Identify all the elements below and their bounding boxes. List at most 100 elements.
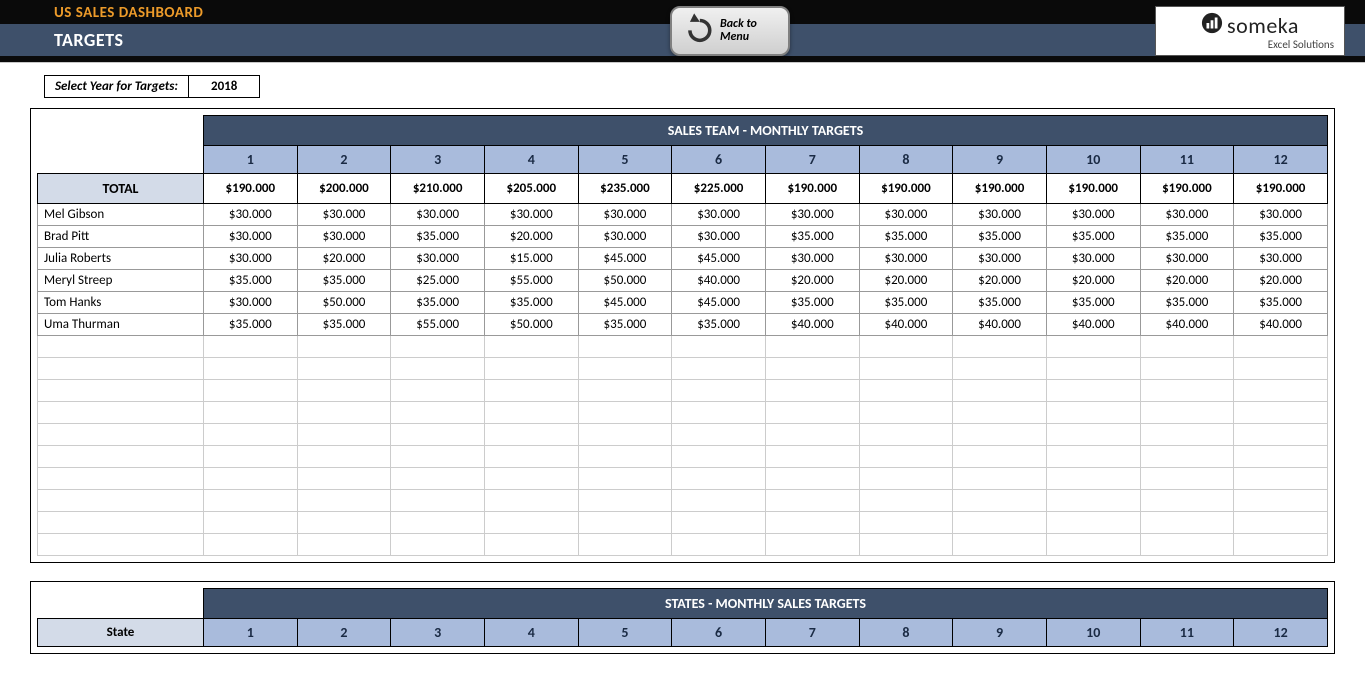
target-cell[interactable]: $30.000 bbox=[391, 204, 485, 226]
empty-cell[interactable] bbox=[578, 424, 672, 446]
empty-cell[interactable] bbox=[297, 446, 391, 468]
empty-cell[interactable] bbox=[765, 402, 859, 424]
empty-cell[interactable] bbox=[391, 512, 485, 534]
target-cell[interactable]: $50.000 bbox=[484, 314, 578, 336]
target-cell[interactable]: $50.000 bbox=[297, 292, 391, 314]
empty-cell[interactable] bbox=[1234, 490, 1328, 512]
empty-cell[interactable] bbox=[38, 336, 204, 358]
target-cell[interactable]: $35.000 bbox=[1140, 226, 1234, 248]
empty-cell[interactable] bbox=[204, 402, 298, 424]
empty-cell[interactable] bbox=[1234, 512, 1328, 534]
empty-cell[interactable] bbox=[1140, 424, 1234, 446]
target-cell[interactable]: $30.000 bbox=[672, 204, 766, 226]
target-cell[interactable]: $30.000 bbox=[578, 204, 672, 226]
salesperson-name[interactable]: Uma Thurman bbox=[38, 314, 204, 336]
target-cell[interactable]: $30.000 bbox=[859, 204, 953, 226]
empty-cell[interactable] bbox=[1234, 336, 1328, 358]
empty-cell[interactable] bbox=[297, 468, 391, 490]
empty-cell[interactable] bbox=[484, 534, 578, 556]
empty-cell[interactable] bbox=[953, 446, 1047, 468]
empty-cell[interactable] bbox=[859, 468, 953, 490]
empty-cell[interactable] bbox=[578, 358, 672, 380]
empty-cell[interactable] bbox=[38, 424, 204, 446]
empty-cell[interactable] bbox=[953, 358, 1047, 380]
empty-cell[interactable] bbox=[1234, 446, 1328, 468]
target-cell[interactable]: $35.000 bbox=[391, 292, 485, 314]
empty-cell[interactable] bbox=[484, 380, 578, 402]
empty-cell[interactable] bbox=[391, 424, 485, 446]
target-cell[interactable]: $35.000 bbox=[297, 314, 391, 336]
target-cell[interactable]: $40.000 bbox=[672, 270, 766, 292]
empty-cell[interactable] bbox=[297, 380, 391, 402]
target-cell[interactable]: $35.000 bbox=[391, 226, 485, 248]
empty-cell[interactable] bbox=[484, 336, 578, 358]
empty-cell[interactable] bbox=[578, 402, 672, 424]
target-cell[interactable]: $45.000 bbox=[578, 248, 672, 270]
empty-cell[interactable] bbox=[1046, 402, 1140, 424]
target-cell[interactable]: $30.000 bbox=[297, 226, 391, 248]
salesperson-name[interactable]: Tom Hanks bbox=[38, 292, 204, 314]
empty-cell[interactable] bbox=[204, 468, 298, 490]
empty-cell[interactable] bbox=[1046, 336, 1140, 358]
target-cell[interactable]: $20.000 bbox=[484, 226, 578, 248]
year-value[interactable]: 2018 bbox=[189, 75, 260, 98]
empty-cell[interactable] bbox=[1046, 358, 1140, 380]
target-cell[interactable]: $15.000 bbox=[484, 248, 578, 270]
empty-cell[interactable] bbox=[1140, 534, 1234, 556]
empty-cell[interactable] bbox=[953, 402, 1047, 424]
empty-cell[interactable] bbox=[953, 380, 1047, 402]
empty-cell[interactable] bbox=[672, 358, 766, 380]
target-cell[interactable]: $30.000 bbox=[484, 204, 578, 226]
target-cell[interactable]: $30.000 bbox=[859, 248, 953, 270]
target-cell[interactable]: $20.000 bbox=[1046, 270, 1140, 292]
target-cell[interactable]: $40.000 bbox=[1140, 314, 1234, 336]
empty-cell[interactable] bbox=[297, 402, 391, 424]
empty-cell[interactable] bbox=[1234, 424, 1328, 446]
empty-cell[interactable] bbox=[1140, 446, 1234, 468]
empty-cell[interactable] bbox=[484, 512, 578, 534]
empty-cell[interactable] bbox=[1234, 468, 1328, 490]
empty-cell[interactable] bbox=[953, 468, 1047, 490]
target-cell[interactable]: $40.000 bbox=[1046, 314, 1140, 336]
empty-cell[interactable] bbox=[953, 336, 1047, 358]
target-cell[interactable]: $35.000 bbox=[578, 314, 672, 336]
salesperson-name[interactable]: Mel Gibson bbox=[38, 204, 204, 226]
target-cell[interactable]: $30.000 bbox=[297, 204, 391, 226]
empty-cell[interactable] bbox=[391, 534, 485, 556]
empty-cell[interactable] bbox=[38, 512, 204, 534]
empty-cell[interactable] bbox=[38, 534, 204, 556]
empty-cell[interactable] bbox=[1234, 534, 1328, 556]
empty-cell[interactable] bbox=[765, 424, 859, 446]
empty-cell[interactable] bbox=[578, 446, 672, 468]
target-cell[interactable]: $35.000 bbox=[859, 226, 953, 248]
target-cell[interactable]: $35.000 bbox=[859, 292, 953, 314]
empty-cell[interactable] bbox=[1046, 534, 1140, 556]
target-cell[interactable]: $30.000 bbox=[953, 204, 1047, 226]
empty-cell[interactable] bbox=[391, 468, 485, 490]
salesperson-name[interactable]: Meryl Streep bbox=[38, 270, 204, 292]
empty-cell[interactable] bbox=[859, 534, 953, 556]
target-cell[interactable]: $20.000 bbox=[953, 270, 1047, 292]
empty-cell[interactable] bbox=[859, 358, 953, 380]
empty-cell[interactable] bbox=[859, 446, 953, 468]
empty-cell[interactable] bbox=[484, 490, 578, 512]
empty-cell[interactable] bbox=[38, 358, 204, 380]
empty-cell[interactable] bbox=[1046, 380, 1140, 402]
target-cell[interactable]: $30.000 bbox=[765, 248, 859, 270]
empty-cell[interactable] bbox=[484, 468, 578, 490]
target-cell[interactable]: $30.000 bbox=[953, 248, 1047, 270]
empty-cell[interactable] bbox=[1046, 446, 1140, 468]
target-cell[interactable]: $30.000 bbox=[1234, 248, 1328, 270]
target-cell[interactable]: $30.000 bbox=[204, 226, 298, 248]
empty-cell[interactable] bbox=[1046, 512, 1140, 534]
empty-cell[interactable] bbox=[204, 446, 298, 468]
target-cell[interactable]: $35.000 bbox=[765, 226, 859, 248]
target-cell[interactable]: $30.000 bbox=[204, 292, 298, 314]
empty-cell[interactable] bbox=[204, 512, 298, 534]
empty-cell[interactable] bbox=[297, 358, 391, 380]
target-cell[interactable]: $30.000 bbox=[578, 226, 672, 248]
empty-cell[interactable] bbox=[1140, 358, 1234, 380]
target-cell[interactable]: $40.000 bbox=[765, 314, 859, 336]
empty-cell[interactable] bbox=[391, 358, 485, 380]
target-cell[interactable]: $55.000 bbox=[391, 314, 485, 336]
